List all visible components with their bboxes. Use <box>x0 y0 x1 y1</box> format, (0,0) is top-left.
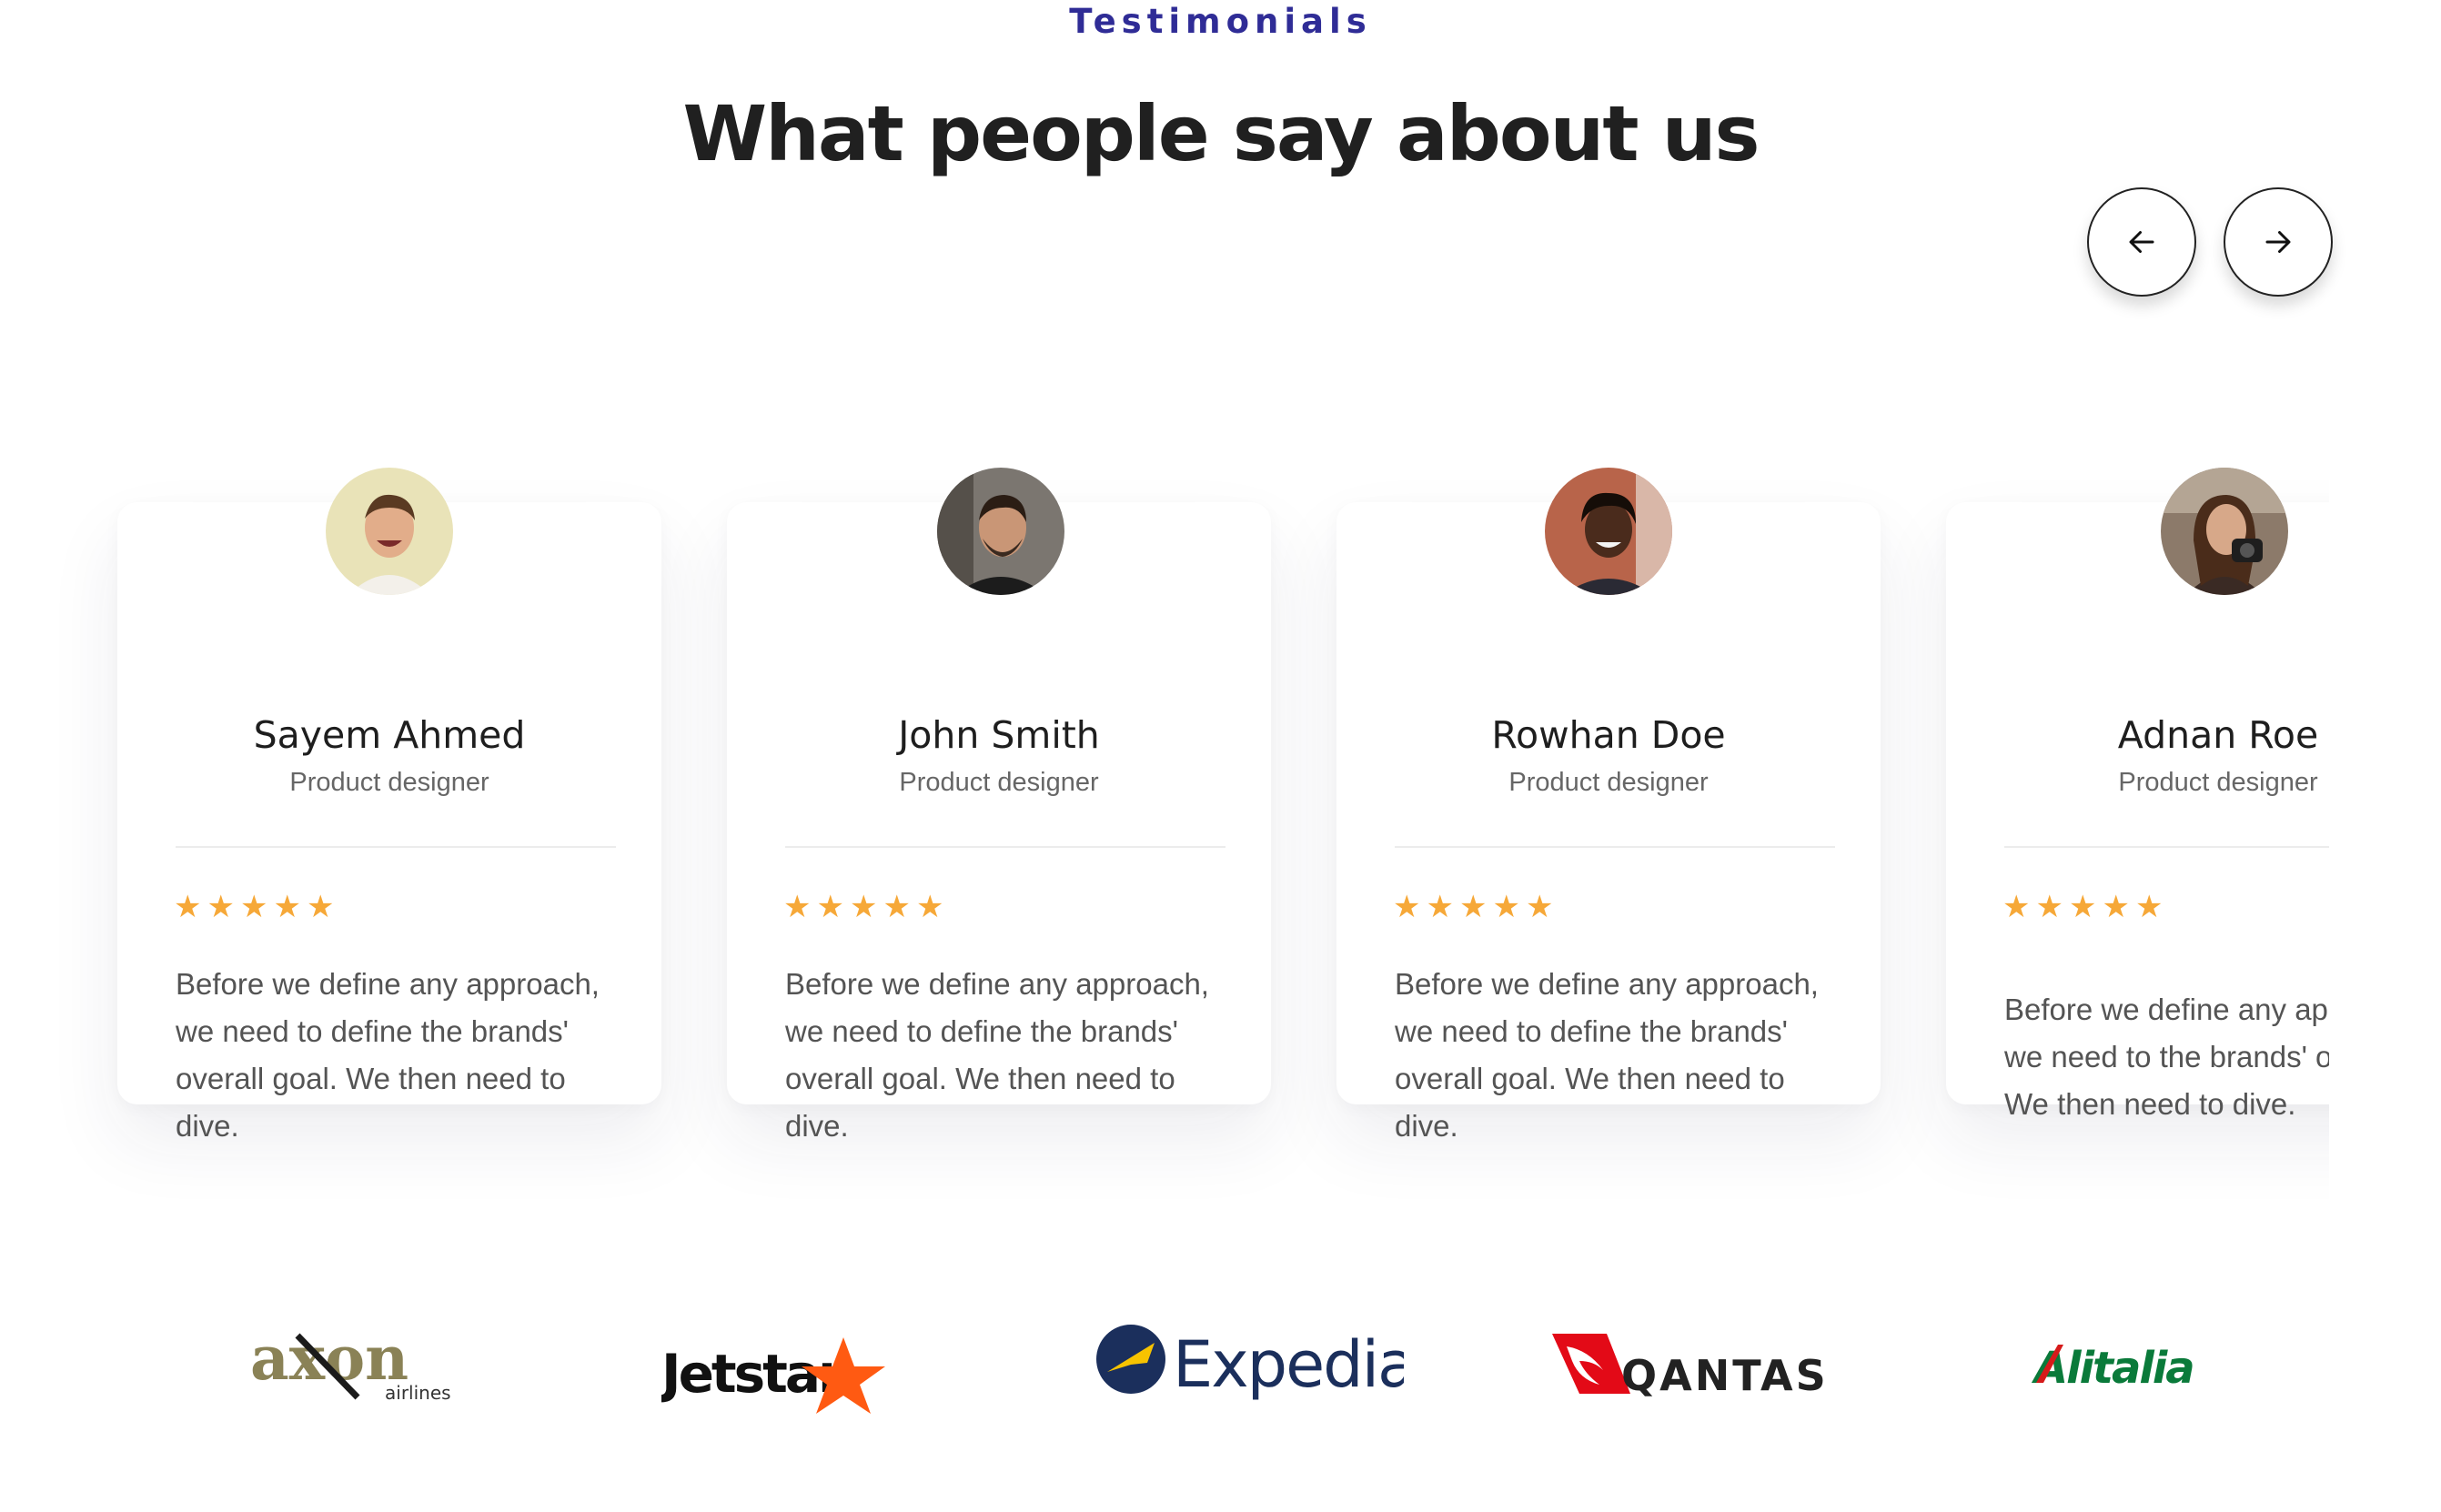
star-icon: ★ <box>915 890 944 924</box>
person-name: John Smith <box>898 713 1100 757</box>
rating-stars: ★ ★ ★ ★ ★ <box>783 892 943 922</box>
section-title: What people say about us <box>682 89 1760 178</box>
expedia-wordmark: Expedia <box>1173 1327 1404 1402</box>
qantas-logo: QANTAS <box>1552 1334 1861 1411</box>
star-icon: ★ <box>207 890 235 924</box>
divider <box>2004 846 2329 848</box>
star-icon: ★ <box>1426 890 1454 924</box>
person-name: Adnan Roe <box>2117 713 2319 757</box>
divider <box>176 846 616 848</box>
testimonial-quote: Before we define any approach, we need t… <box>2004 993 2329 1121</box>
star-icon: ★ <box>2035 890 2063 924</box>
star-icon: ★ <box>2068 890 2097 924</box>
star-icon: ★ <box>306 890 335 924</box>
star-icon: ★ <box>2002 890 2031 924</box>
arrow-left-icon <box>2129 231 2154 253</box>
rating-stars: ★ ★ ★ ★ ★ <box>1393 892 1553 922</box>
star-icon: ★ <box>1525 890 1554 924</box>
next-button[interactable] <box>2224 187 2333 297</box>
axon-logo: axon airlines <box>250 1323 478 1415</box>
arrow-right-icon <box>2265 231 2291 253</box>
star-icon: ★ <box>239 890 268 924</box>
avatar <box>2161 468 2288 595</box>
expedia-logo: Expedia <box>1094 1319 1417 1424</box>
star-icon: ★ <box>883 890 911 924</box>
testimonial-card: Adnan Roe Product designer ★ ★ ★ ★ ★ Bef… <box>1946 468 2329 1121</box>
star-icon: ★ <box>273 890 301 924</box>
person-role: Product designer <box>1508 768 1709 797</box>
divider <box>785 846 1226 848</box>
star-icon: ★ <box>1393 890 1421 924</box>
person-role: Product designer <box>289 768 489 797</box>
rating-stars: ★ ★ ★ ★ ★ <box>2002 892 2163 922</box>
testimonial-card: Sayem Ahmed Product designer ★ ★ ★ ★ ★ B… <box>117 468 661 1143</box>
alitalia-logo: Alitalia <box>2031 1337 2213 1406</box>
axon-subtitle: airlines <box>385 1382 451 1404</box>
star-icon: ★ <box>783 890 812 924</box>
section-eyebrow: Testimonials <box>1069 2 1372 41</box>
testimonial-quote: Before we define any approach, we need t… <box>785 967 1209 1143</box>
divider <box>1395 846 1835 848</box>
avatar <box>326 468 453 595</box>
rating-stars: ★ ★ ★ ★ ★ <box>174 892 334 922</box>
kangaroo-icon <box>1552 1334 1630 1394</box>
jetstar-logo: Jetstar <box>658 1332 898 1418</box>
qantas-wordmark: QANTAS <box>1621 1351 1829 1400</box>
star-icon: ★ <box>1458 890 1488 924</box>
previous-button[interactable] <box>2087 187 2196 297</box>
testimonial-quote: Before we define any approach, we need t… <box>1395 967 1819 1143</box>
person-name: Sayem Ahmed <box>253 713 526 757</box>
avatar <box>1545 468 1672 595</box>
testimonial-carousel[interactable]: Sayem Ahmed Product designer ★ ★ ★ ★ ★ B… <box>0 400 2329 1219</box>
star-icon: ★ <box>2102 890 2130 924</box>
star-icon: ★ <box>816 890 844 924</box>
avatar <box>937 468 1064 595</box>
star-icon: ★ <box>2134 890 2164 924</box>
person-role: Product designer <box>2118 768 2318 797</box>
person-name: Rowhan Doe <box>1491 713 1726 757</box>
testimonial-card: John Smith Product designer ★ ★ ★ ★ ★ Be… <box>727 468 1271 1143</box>
star-icon: ★ <box>849 890 878 924</box>
partner-logos: axon airlines Jetstar Expedia QANTAS Ali… <box>0 1310 2441 1428</box>
testimonial-quote: Before we define any approach, we need t… <box>176 967 600 1143</box>
star-icon: ★ <box>1492 890 1520 924</box>
person-role: Product designer <box>899 768 1099 797</box>
testimonial-card: Rowhan Doe Product designer ★ ★ ★ ★ ★ Be… <box>1336 468 1881 1143</box>
star-icon: ★ <box>174 890 202 924</box>
